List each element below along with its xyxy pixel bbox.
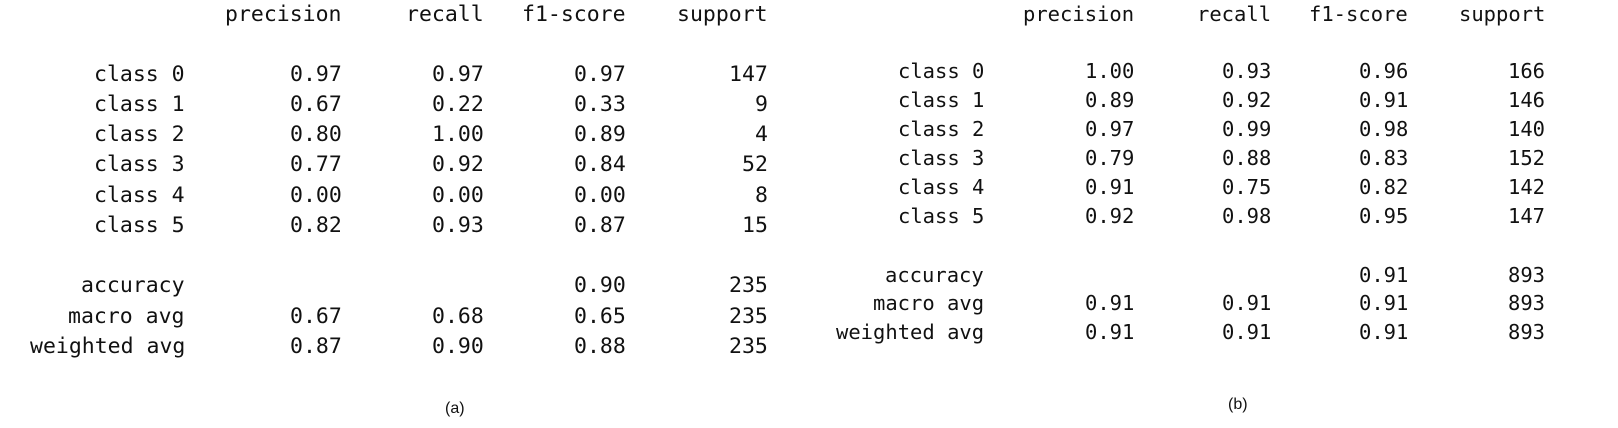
caption-a: (a) — [445, 400, 465, 417]
cell-f1-score: 0.83 — [1359, 146, 1409, 170]
cell-support: 152 — [1508, 146, 1546, 170]
cell-f1-score: 0.95 — [1359, 204, 1409, 228]
row-label: weighted avg — [836, 320, 985, 344]
cell-support: 15 — [742, 213, 768, 238]
cell-f1-score: 0.91 — [1359, 88, 1409, 112]
column-header-precision: precision — [1023, 2, 1135, 26]
cell-precision: 0.92 — [1085, 204, 1135, 228]
column-header-recall: recall — [406, 2, 484, 27]
row-label: class 4 — [94, 183, 185, 208]
cell-f1-score: 0.89 — [574, 122, 626, 147]
cell-f1-score: 0.96 — [1359, 59, 1409, 83]
cell-support: 893 — [1508, 320, 1546, 344]
column-header-support: support — [677, 2, 768, 27]
column-header-precision: precision — [225, 2, 342, 27]
cell-recall: 0.98 — [1222, 204, 1272, 228]
row-label: class 3 — [898, 146, 985, 170]
row-label: class 2 — [94, 122, 185, 147]
row-label: macro avg — [873, 291, 985, 315]
cell-recall: 0.92 — [432, 152, 484, 177]
cell-precision: 0.79 — [1085, 146, 1135, 170]
cell-support: 142 — [1508, 175, 1546, 199]
cell-recall: 0.88 — [1222, 146, 1272, 170]
cell-recall: 0.91 — [1222, 291, 1272, 315]
cell-precision: 0.91 — [1085, 291, 1135, 315]
cell-precision: 0.67 — [290, 92, 342, 117]
row-label: class 0 — [94, 62, 185, 87]
cell-precision: 0.00 — [290, 183, 342, 208]
cell-precision: 0.82 — [290, 213, 342, 238]
row-label: accuracy — [885, 263, 984, 287]
row-label: macro avg — [68, 304, 185, 329]
classification-report-b: precision recall f1-score support class 0 1.0… — [836, 0, 1618, 380]
cell-support: 147 — [1508, 204, 1546, 228]
cell-precision: 0.89 — [1085, 88, 1135, 112]
column-header-recall: recall — [1197, 2, 1272, 26]
cell-precision: 0.91 — [1085, 320, 1135, 344]
row-label: class 5 — [898, 204, 985, 228]
cell-f1-score: 0.98 — [1359, 117, 1409, 141]
cell-precision: 0.91 — [1085, 175, 1135, 199]
caption-b: (b) — [1228, 396, 1248, 413]
row-label: class 4 — [898, 175, 985, 199]
row-label: class 1 — [94, 92, 185, 117]
cell-recall: 1.00 — [432, 122, 484, 147]
cell-support: 140 — [1508, 117, 1546, 141]
cell-recall: 0.75 — [1222, 175, 1272, 199]
cell-recall: 0.91 — [1222, 320, 1272, 344]
cell-support: 235 — [729, 273, 768, 298]
row-label: accuracy — [81, 273, 185, 298]
row-label: class 3 — [94, 152, 185, 177]
cell-support: 9 — [755, 92, 768, 117]
cell-f1-score: 0.33 — [574, 92, 626, 117]
cell-precision: 0.67 — [290, 304, 342, 329]
column-header-f1-score: f1-score — [1309, 2, 1408, 26]
cell-support: 235 — [729, 304, 768, 329]
cell-f1-score: 0.84 — [574, 152, 626, 177]
cell-recall: 0.90 — [432, 334, 484, 359]
cell-precision: 0.87 — [290, 334, 342, 359]
cell-precision: 0.97 — [290, 62, 342, 87]
column-header-support: support — [1459, 2, 1546, 26]
cell-support: 146 — [1508, 88, 1546, 112]
row-label: class 1 — [898, 88, 985, 112]
cell-precision: 0.97 — [1085, 117, 1135, 141]
cell-f1-score: 0.00 — [574, 183, 626, 208]
cell-support: 235 — [729, 334, 768, 359]
cell-f1-score: 0.91 — [1359, 320, 1409, 344]
cell-support: 4 — [755, 122, 768, 147]
cell-precision: 0.80 — [290, 122, 342, 147]
cell-support: 166 — [1508, 59, 1546, 83]
cell-f1-score: 0.87 — [574, 213, 626, 238]
cell-recall: 0.99 — [1222, 117, 1272, 141]
cell-support: 8 — [755, 183, 768, 208]
row-label: class 2 — [898, 117, 985, 141]
cell-recall: 0.93 — [1222, 59, 1272, 83]
cell-support: 147 — [729, 62, 768, 87]
column-header-f1-score: f1-score — [522, 2, 626, 27]
cell-f1-score: 0.97 — [574, 62, 626, 87]
cell-precision: 1.00 — [1085, 59, 1135, 83]
cell-recall: 0.93 — [432, 213, 484, 238]
cell-f1-score: 0.82 — [1359, 175, 1409, 199]
cell-support: 52 — [742, 152, 768, 177]
row-label: class 0 — [898, 59, 985, 83]
cell-precision: 0.77 — [290, 152, 342, 177]
cell-recall: 0.22 — [432, 92, 484, 117]
cell-f1-score: 0.90 — [574, 273, 626, 298]
cell-support: 893 — [1508, 291, 1546, 315]
cell-recall: 0.00 — [432, 183, 484, 208]
cell-recall: 0.92 — [1222, 88, 1272, 112]
cell-recall: 0.68 — [432, 304, 484, 329]
cell-f1-score: 0.65 — [574, 304, 626, 329]
cell-f1-score: 0.91 — [1359, 263, 1409, 287]
cell-recall: 0.97 — [432, 62, 484, 87]
row-label: weighted avg — [30, 334, 186, 359]
cell-support: 893 — [1508, 263, 1546, 287]
classification-report-a: precision recall f1-score support class 0 0.9… — [0, 0, 800, 380]
row-label: class 5 — [94, 213, 185, 238]
cell-f1-score: 0.88 — [574, 334, 626, 359]
cell-f1-score: 0.91 — [1359, 291, 1409, 315]
